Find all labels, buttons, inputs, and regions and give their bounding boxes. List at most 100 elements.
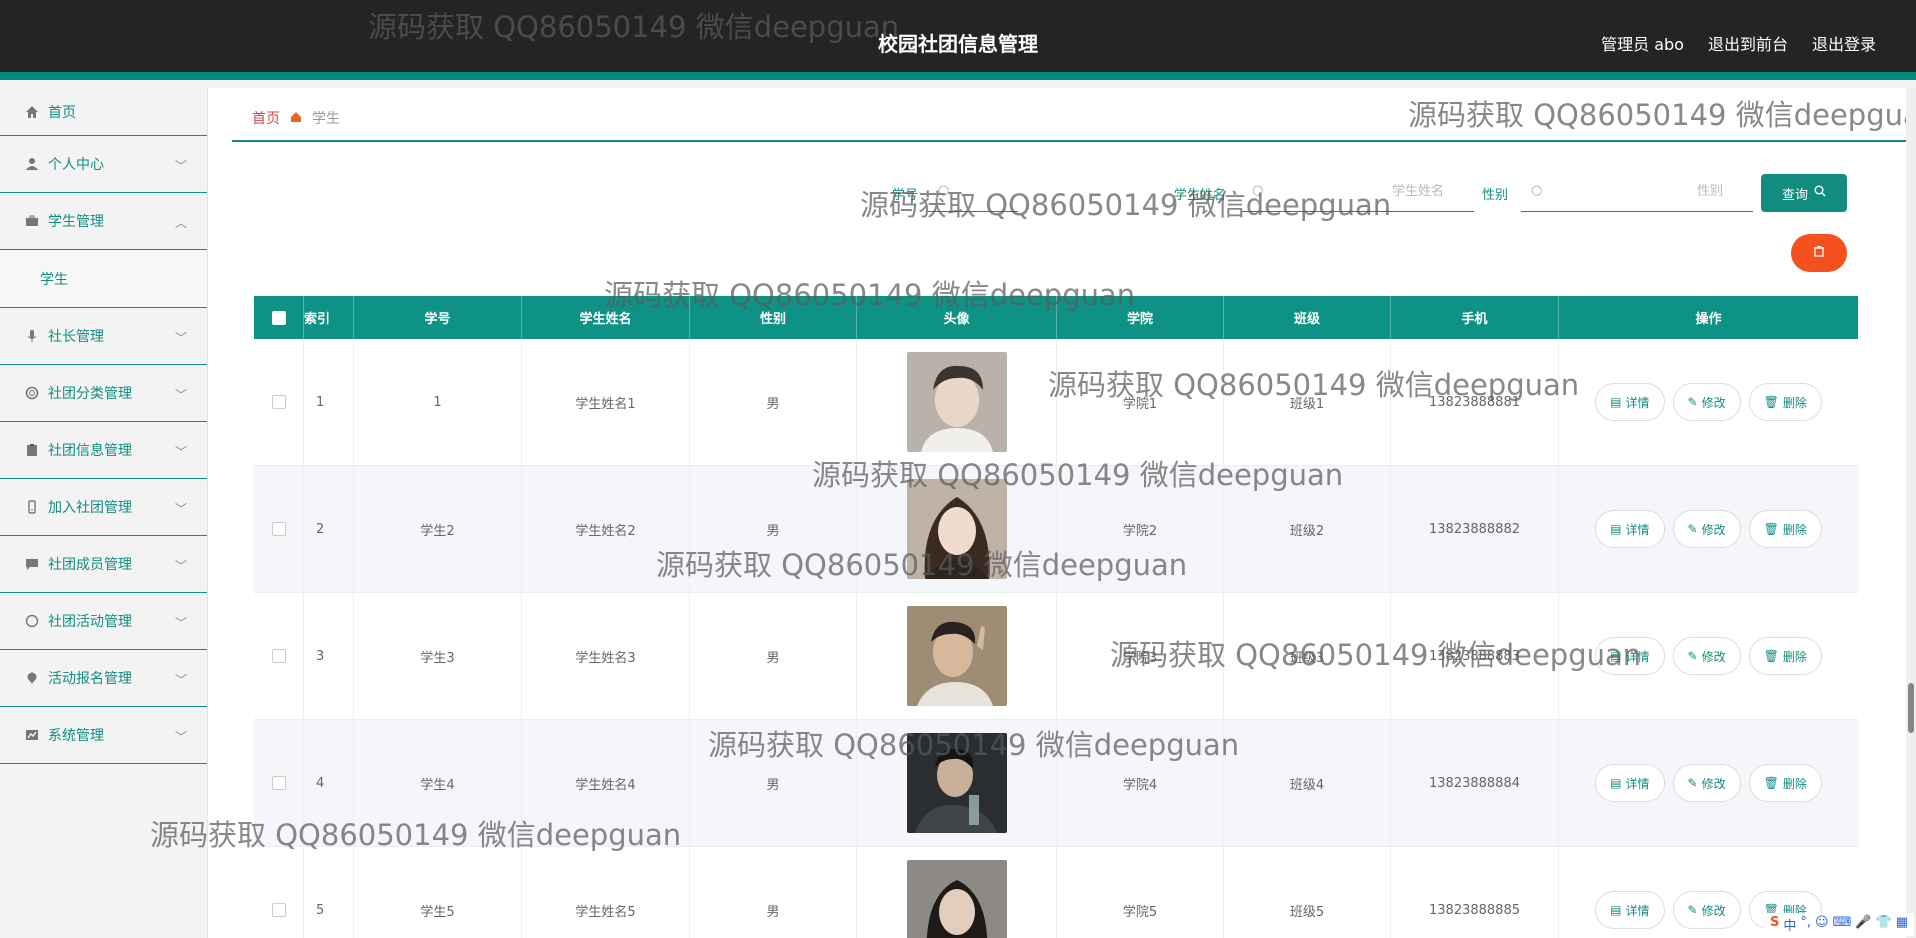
top-header: 校园社团信息管理 管理员 abo 退出到前台 退出登录 bbox=[0, 0, 1916, 80]
query-button[interactable]: 查询 bbox=[1761, 174, 1847, 212]
logout-link[interactable]: 退出登录 bbox=[1812, 31, 1876, 55]
row-student-no: 学生5 bbox=[354, 847, 522, 938]
scrollbar-thumb[interactable] bbox=[1908, 683, 1914, 733]
row-checkbox[interactable] bbox=[271, 903, 286, 917]
pencil-icon: ✎ bbox=[1687, 649, 1698, 663]
sidebar-item-student-management[interactable]: 学生管理 ︿ bbox=[0, 193, 207, 250]
sidebar-item-home[interactable]: 首页 bbox=[0, 88, 207, 136]
admin-user-link[interactable]: 管理员 abo bbox=[1601, 31, 1684, 55]
student-no-input[interactable] bbox=[928, 172, 1018, 210]
sidebar-item-activity-signup[interactable]: 活动报名管理 ﹀ bbox=[0, 650, 207, 707]
header-college: 学院 bbox=[1057, 296, 1224, 339]
row-class: 班级3 bbox=[1224, 593, 1391, 719]
document-icon: ▤ bbox=[1610, 776, 1622, 790]
delete-button[interactable]: 🗑 删除 bbox=[1748, 510, 1822, 548]
edit-label: 修改 bbox=[1701, 776, 1726, 791]
sidebar-item-system[interactable]: 系统管理 ﹀ bbox=[0, 707, 207, 764]
sidebar-item-label: 学生管理 bbox=[48, 214, 104, 230]
table-header: 索引 学号 学生姓名 性别 头像 学院 班级 手机 操作 bbox=[254, 296, 1858, 339]
detail-label: 详情 bbox=[1625, 649, 1650, 664]
keyboard-icon[interactable]: ⌨ bbox=[1833, 915, 1852, 934]
mic-icon bbox=[24, 328, 40, 344]
row-student-name: 学生姓名2 bbox=[522, 466, 690, 592]
sidebar-item-label: 系统管理 bbox=[48, 728, 104, 744]
edit-label: 修改 bbox=[1701, 522, 1726, 537]
trash-icon: 🗑 bbox=[1763, 649, 1779, 663]
ime-toolbar[interactable]: S 中 °, ☺ ⌨ 🎤 👕 ▦ bbox=[1763, 913, 1914, 936]
detail-label: 详情 bbox=[1625, 522, 1650, 537]
delete-button[interactable]: 🗑 删除 bbox=[1748, 637, 1822, 675]
chevron-down-icon: ﹀ bbox=[174, 159, 187, 173]
edit-button[interactable]: ✎ 修改 bbox=[1672, 637, 1741, 675]
student-name-input[interactable] bbox=[1242, 172, 1474, 210]
query-button-label: 查询 bbox=[1781, 187, 1808, 203]
row-checkbox[interactable] bbox=[271, 522, 286, 536]
row-student-no: 1 bbox=[354, 339, 522, 465]
edit-button[interactable]: ✎ 修改 bbox=[1672, 764, 1741, 802]
row-checkbox[interactable] bbox=[271, 649, 286, 663]
table-row: 5 学生5 学生姓名5 男 学院5 班级5 13823888885 ▤ 详情 ✎ 修… bbox=[254, 847, 1858, 938]
detail-button[interactable]: ▤ 详情 bbox=[1595, 383, 1665, 421]
chevron-down-icon: ﹀ bbox=[174, 559, 187, 573]
emoji-icon[interactable]: ☺ bbox=[1815, 915, 1829, 934]
edit-button[interactable]: ✎ 修改 bbox=[1672, 891, 1741, 929]
sex-field[interactable]: ○ bbox=[1521, 172, 1753, 212]
delete-button[interactable]: 🗑 删除 bbox=[1748, 764, 1822, 802]
row-phone: 13823888885 bbox=[1391, 847, 1559, 938]
sidebar-item-club-activity[interactable]: 社团活动管理 ﹀ bbox=[0, 593, 207, 650]
chart-icon bbox=[24, 727, 40, 743]
exit-to-front-link[interactable]: 退出到前台 bbox=[1708, 31, 1788, 55]
sidebar-item-label: 首页 bbox=[48, 104, 76, 121]
sidebar: 首页 个人中心 ﹀ 学生管理 ︿ 学生 社长管理 ﹀ 社团分类管理 ﹀ 社团信息… bbox=[0, 88, 208, 938]
pencil-icon: ✎ bbox=[1687, 395, 1698, 409]
chevron-down-icon: ﹀ bbox=[174, 673, 187, 687]
vertical-scrollbar[interactable] bbox=[1906, 88, 1916, 938]
row-checkbox[interactable] bbox=[271, 395, 286, 409]
table-row: 1 1 学生姓名1 男 学院1 班级1 13823888881 ▤ 详情 ✎ 修改 … bbox=[254, 339, 1858, 466]
punctuation-icon[interactable]: °, bbox=[1800, 915, 1811, 934]
detail-button[interactable]: ▤ 详情 bbox=[1595, 764, 1665, 802]
row-college: 学院1 bbox=[1057, 339, 1224, 465]
delete-button[interactable]: 🗑 删除 bbox=[1748, 383, 1822, 421]
edit-button[interactable]: ✎ 修改 bbox=[1672, 383, 1741, 421]
detail-button[interactable]: ▤ 详情 bbox=[1595, 891, 1665, 929]
sidebar-item-club-members[interactable]: 社团成员管理 ﹀ bbox=[0, 536, 207, 593]
sidebar-item-club-info[interactable]: 社团信息管理 ﹀ bbox=[0, 422, 207, 479]
ime-language[interactable]: 中 bbox=[1783, 915, 1796, 934]
detail-button[interactable]: ▤ 详情 bbox=[1595, 510, 1665, 548]
row-index: 4 bbox=[304, 720, 354, 846]
breadcrumb-home[interactable]: 首页 bbox=[252, 108, 280, 128]
batch-delete-button[interactable] bbox=[1791, 234, 1847, 272]
edit-label: 修改 bbox=[1701, 649, 1726, 664]
sidebar-item-personal-center[interactable]: 个人中心 ﹀ bbox=[0, 136, 207, 193]
row-checkbox[interactable] bbox=[271, 776, 286, 790]
detail-button[interactable]: ▤ 详情 bbox=[1595, 637, 1665, 675]
row-college: 学院5 bbox=[1057, 847, 1224, 938]
clipboard-icon bbox=[24, 442, 40, 458]
sidebar-subitem-student[interactable]: 学生 bbox=[0, 250, 207, 308]
skin-icon[interactable]: 👕 bbox=[1876, 915, 1892, 934]
student-no-field[interactable]: ○ bbox=[928, 172, 1018, 212]
row-sex: 男 bbox=[690, 339, 857, 465]
breadcrumb: 首页 学生 bbox=[252, 108, 340, 128]
sidebar-item-join-club[interactable]: 加入社团管理 ﹀ bbox=[0, 479, 207, 536]
sidebar-item-club-category[interactable]: 社团分类管理 ﹀ bbox=[0, 365, 207, 422]
edit-button[interactable]: ✎ 修改 bbox=[1672, 510, 1741, 548]
chevron-up-icon: ︿ bbox=[174, 216, 187, 230]
mic-icon[interactable]: 🎤 bbox=[1855, 915, 1871, 934]
trash-icon: 🗑 bbox=[1763, 522, 1779, 536]
row-sex: 男 bbox=[690, 593, 857, 719]
select-all-checkbox[interactable] bbox=[271, 310, 286, 325]
sidebar-item-label: 社团活动管理 bbox=[48, 614, 132, 630]
delete-label: 删除 bbox=[1782, 395, 1807, 410]
row-student-no: 学生4 bbox=[354, 720, 522, 846]
student-no-label: 学号 bbox=[892, 188, 919, 203]
table-row: 4 学生4 学生姓名4 男 学院4 班级4 13823888884 ▤ 详情 ✎ 修… bbox=[254, 720, 1858, 847]
grid-icon[interactable]: ▦ bbox=[1896, 915, 1908, 934]
student-name-field[interactable]: ○ bbox=[1242, 172, 1474, 212]
header-student-no: 学号 bbox=[354, 296, 522, 339]
sidebar-item-president-management[interactable]: 社长管理 ﹀ bbox=[0, 308, 207, 365]
sidebar-item-label: 活动报名管理 bbox=[48, 671, 132, 687]
search-icon bbox=[1814, 185, 1826, 201]
sex-input[interactable] bbox=[1521, 172, 1753, 210]
